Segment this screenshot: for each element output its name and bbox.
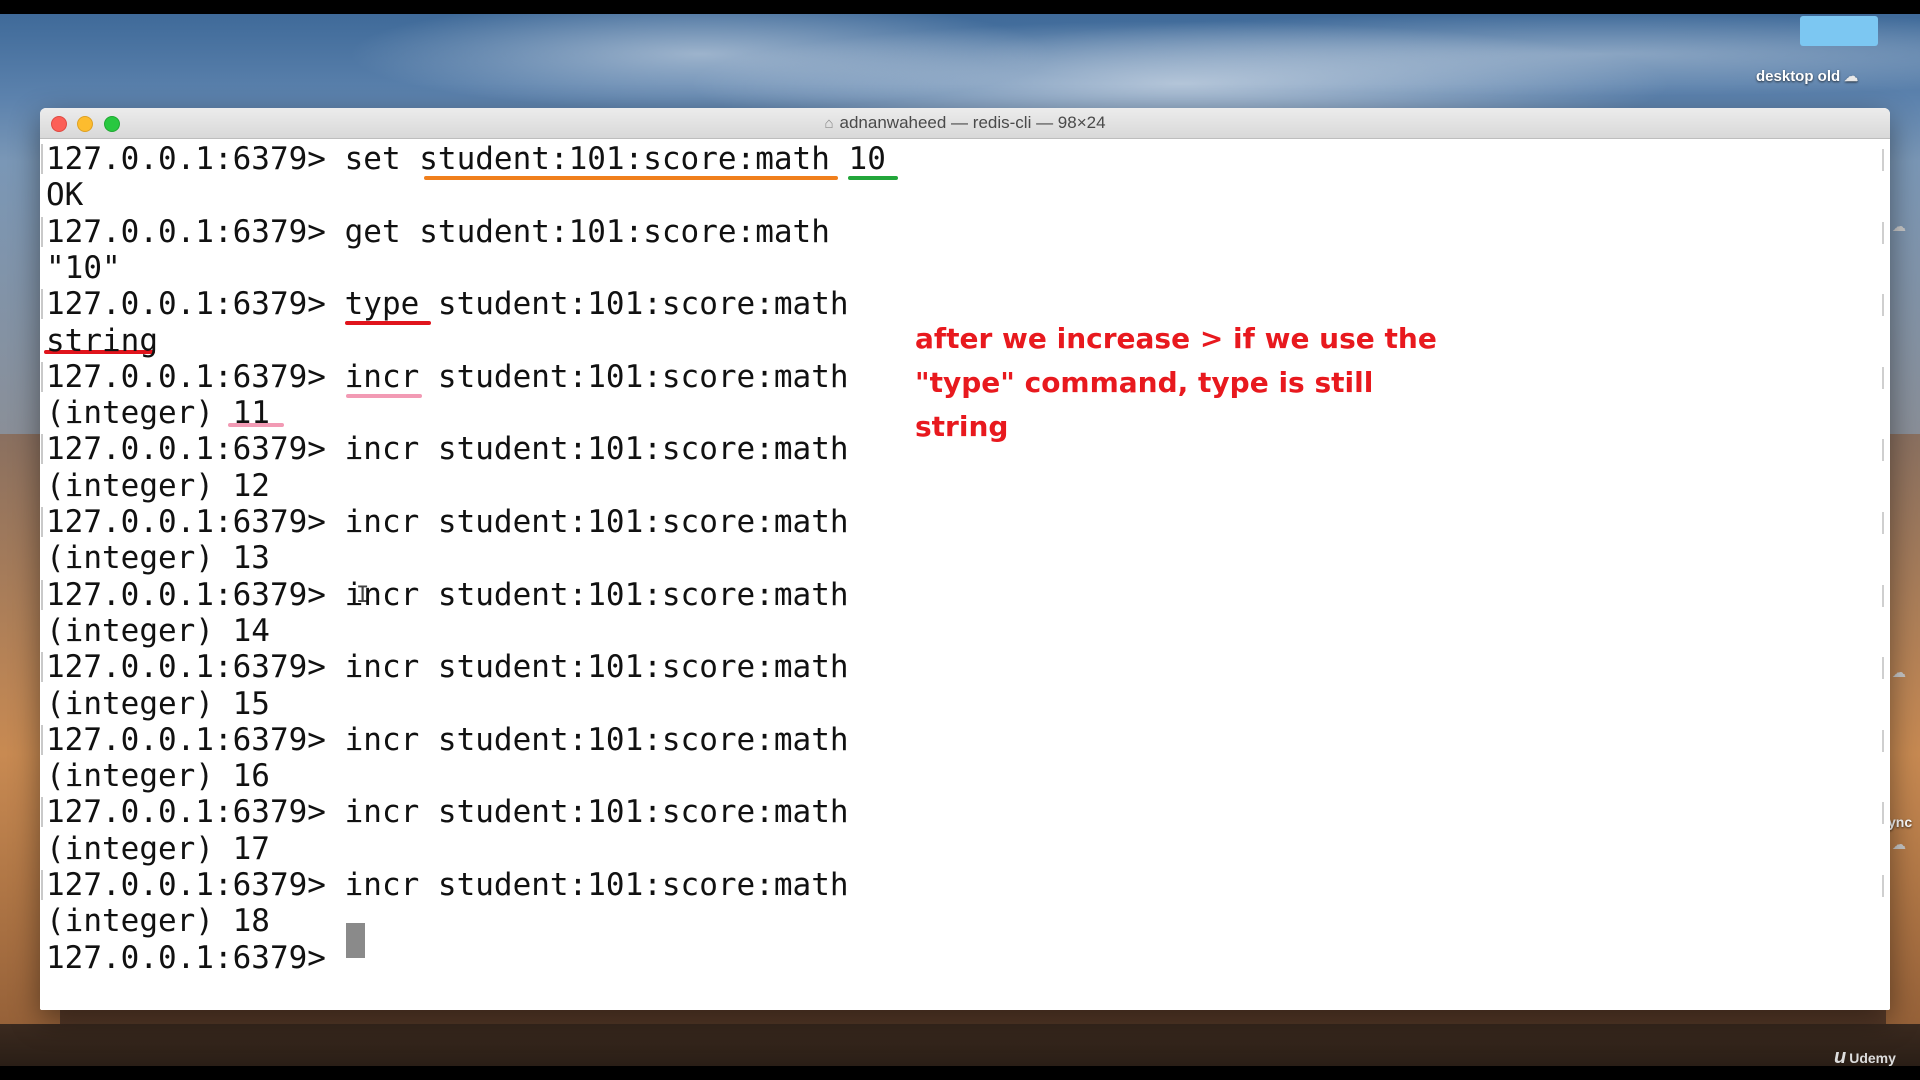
line-marker xyxy=(1882,657,1884,680)
terminal-command-line: 127.0.0.1:6379> incr student:101:score:m… xyxy=(46,504,849,540)
window-titlebar[interactable]: ⌂ adnanwaheed — redis-cli — 98×24 xyxy=(40,108,1890,139)
annotation-line: after we increase > if we use the xyxy=(915,322,1437,355)
annotation-note: after we increase > if we use the "type"… xyxy=(915,317,1455,449)
icloud-icon: ☁ xyxy=(1892,218,1906,234)
terminal-output-line: (integer) 11 xyxy=(46,395,270,432)
line-marker xyxy=(1882,584,1884,607)
line-marker xyxy=(41,579,43,610)
terminal-output-line: (integer) 13 xyxy=(46,540,270,577)
terminal-command-line: 127.0.0.1:6379> type student:101:score:m… xyxy=(46,286,849,323)
letterbox-bottom xyxy=(0,1066,1920,1080)
terminal-command-line: 127.0.0.1:6379> xyxy=(46,939,345,976)
line-marker xyxy=(41,216,43,247)
icloud-icon: ☁ xyxy=(1892,664,1906,680)
line-marker xyxy=(1882,875,1884,897)
terminal-command-line: 127.0.0.1:6379> incr student:101:score:m… xyxy=(46,358,849,395)
terminal-command-line: 127.0.0.1:6379> incr student:101:score:m… xyxy=(46,576,849,613)
line-marker xyxy=(1882,729,1884,752)
terminal-output-line: (integer) 17 xyxy=(46,830,270,867)
udemy-watermark: u Udemy xyxy=(1834,1046,1896,1068)
terminal-output-line: (integer) 16 xyxy=(46,758,270,795)
terminal-command-line: 127.0.0.1:6379> incr student:101:score:m… xyxy=(46,721,849,758)
icloud-icon: ☁ xyxy=(1844,68,1859,84)
home-folder-icon: ⌂ xyxy=(824,115,834,132)
terminal-output-line: OK xyxy=(46,177,84,214)
annotation-line: "type" command, type is still xyxy=(915,366,1374,399)
line-marker xyxy=(41,652,43,683)
line-marker xyxy=(1882,221,1884,244)
line-marker xyxy=(41,144,43,174)
line-marker xyxy=(1882,512,1884,534)
terminal-output-line: (integer) 12 xyxy=(46,467,270,504)
line-marker xyxy=(41,434,43,465)
line-marker xyxy=(41,870,43,900)
line-marker xyxy=(1882,366,1884,389)
line-marker xyxy=(41,797,43,828)
line-marker xyxy=(1882,149,1884,171)
terminal-command-line: 127.0.0.1:6379> incr student:101:score:m… xyxy=(46,794,849,831)
line-marker xyxy=(1882,802,1884,825)
terminal-output-line: string xyxy=(46,322,158,359)
desktop-folder-label[interactable]: desktop old ☁ xyxy=(1756,68,1858,85)
line-marker xyxy=(1882,439,1884,462)
terminal-command-line: 127.0.0.1:6379> set student:101:score:ma… xyxy=(46,141,886,177)
icloud-icon: ☁ xyxy=(1892,836,1906,852)
line-marker xyxy=(41,724,43,755)
line-marker xyxy=(41,289,43,320)
letterbox-top xyxy=(0,0,1920,14)
terminal-command-line: 127.0.0.1:6379> incr student:101:score:m… xyxy=(46,867,849,903)
desktop-item-label[interactable]: ync xyxy=(1888,814,1912,830)
terminal-cursor xyxy=(346,923,365,958)
terminal-output[interactable]: I after we increase > if we use the "typ… xyxy=(40,139,1890,1010)
terminal-command-line: 127.0.0.1:6379> incr student:101:score:m… xyxy=(46,649,849,686)
udemy-logo-icon: u xyxy=(1834,1046,1847,1068)
window-title: ⌂ adnanwaheed — redis-cli — 98×24 xyxy=(40,108,1890,138)
annotation-line: string xyxy=(915,410,1009,443)
terminal-output-line: (integer) 15 xyxy=(46,685,270,722)
screen: desktop old ☁ ☁ ☁ ☁ ync u Udemy ⌂ adnanwahe… xyxy=(0,0,1920,1080)
terminal-output-line: (integer) 18 xyxy=(46,903,270,940)
desktop-folder-icon[interactable] xyxy=(1800,16,1878,46)
terminal-window[interactable]: ⌂ adnanwaheed — redis-cli — 98×24 I after… xyxy=(40,108,1890,1010)
line-marker xyxy=(1882,294,1884,317)
terminal-output-line: (integer) 14 xyxy=(46,612,270,649)
line-marker xyxy=(41,507,43,537)
terminal-command-line: 127.0.0.1:6379> incr student:101:score:m… xyxy=(46,431,849,468)
terminal-output-line: "10" xyxy=(46,249,121,286)
line-marker xyxy=(41,361,43,392)
wallpaper-dune-right xyxy=(1886,434,1920,1074)
terminal-command-line: 127.0.0.1:6379> get student:101:score:ma… xyxy=(46,213,830,250)
